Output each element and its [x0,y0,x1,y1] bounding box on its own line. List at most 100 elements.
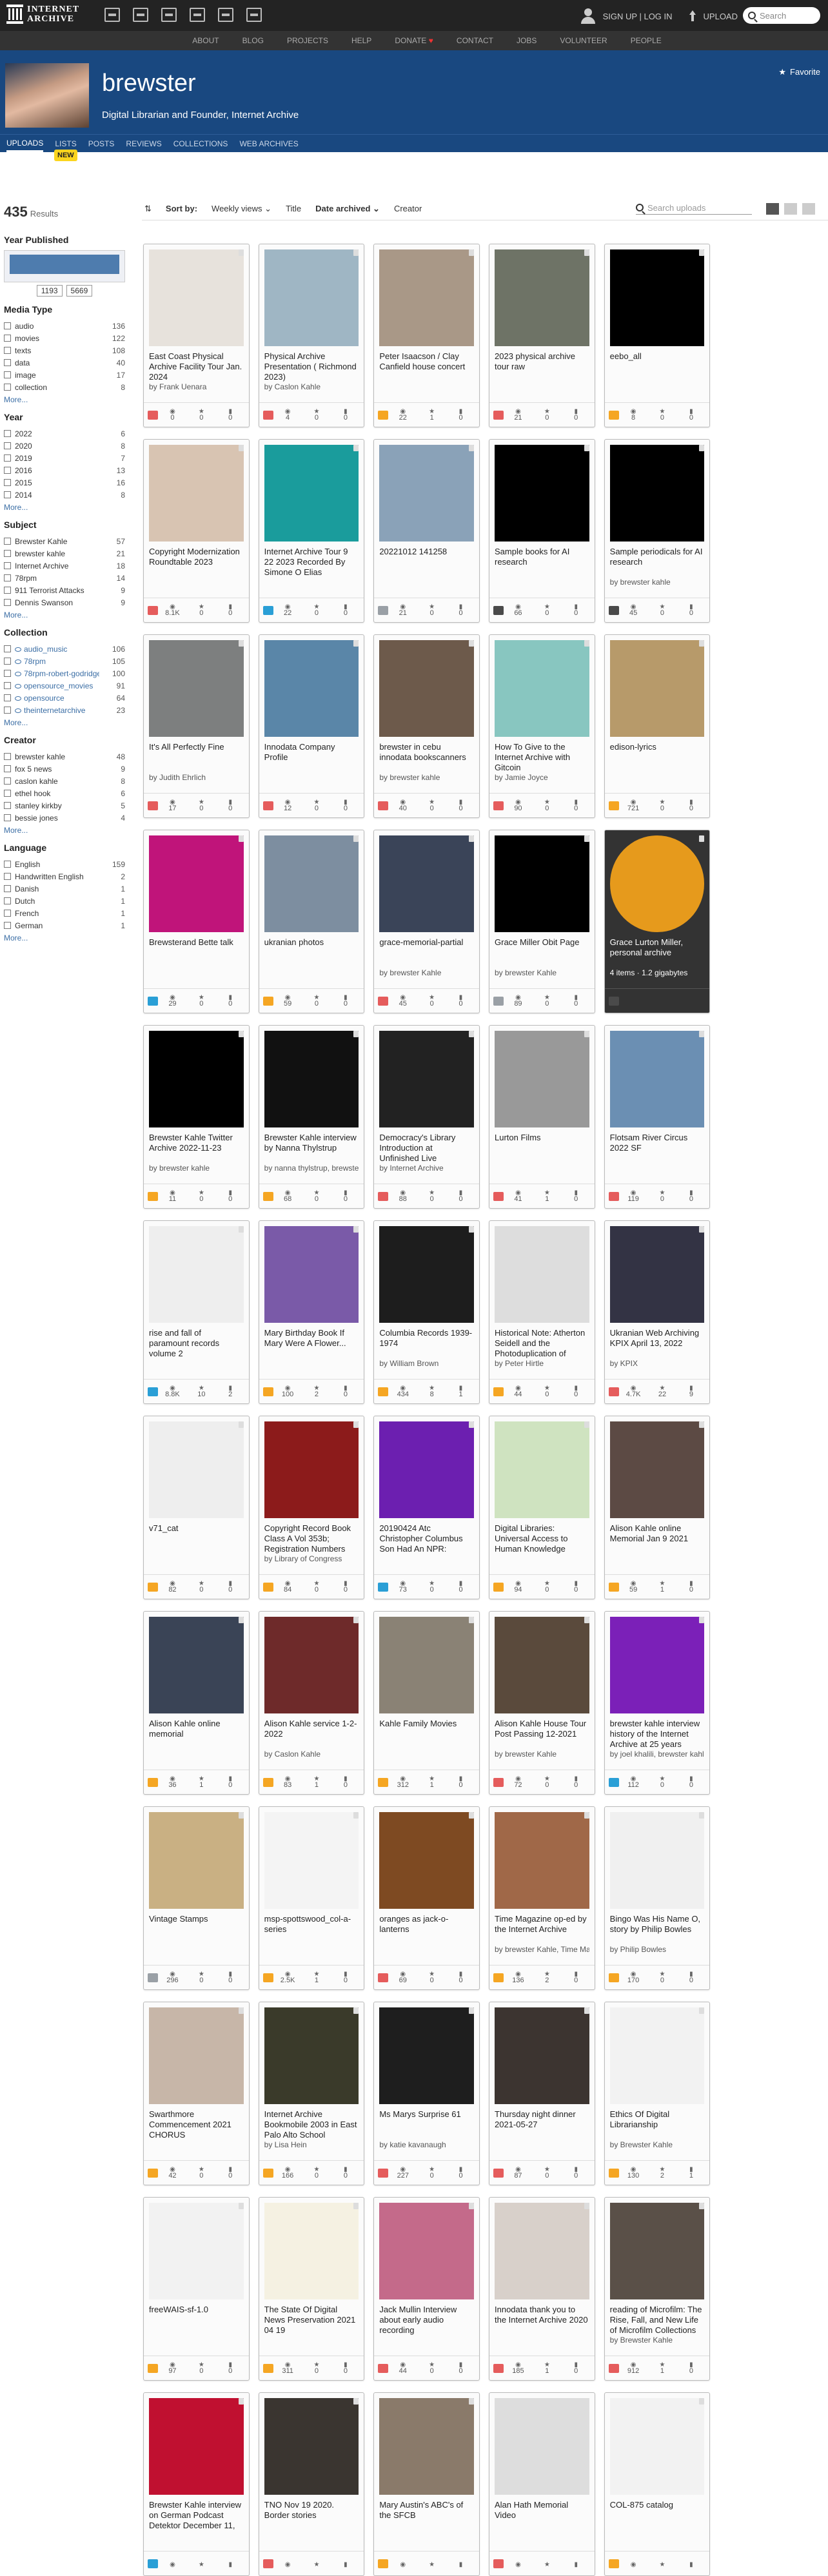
facet-option[interactable]: movies 122 [4,332,125,344]
signup-login-link[interactable]: SIGN UP | LOG IN [603,12,673,21]
favorite-button[interactable]: ★ Favorite [778,67,820,77]
nav-volunteer[interactable]: VOLUNTEER [560,36,607,45]
facet-checkbox[interactable] [4,777,11,785]
video-icon[interactable] [161,8,177,22]
sort-title[interactable]: Title [286,204,301,213]
user-icon[interactable] [580,8,596,24]
facet-checkbox[interactable] [4,802,11,809]
result-tile[interactable]: Kahle Family Movies ◉ 312 ★ 1 ▮ 0 [373,1611,480,1795]
tab-reviews[interactable]: REVIEWS [126,139,161,148]
result-tile[interactable]: ukranian photos ◉ 59 ★ 0 ▮ 0 [258,830,365,1013]
facet-more-link[interactable]: More... [4,718,125,727]
result-tile[interactable]: Vintage Stamps ◉ 296 ★ 0 ▮ 0 [143,1806,250,1990]
upload-link[interactable]: UPLOAD [704,12,738,21]
facet-checkbox[interactable] [4,790,11,797]
sort-creator[interactable]: Creator [394,204,422,213]
facet-checkbox[interactable] [4,347,11,354]
result-tile[interactable]: 2023 physical archive tour raw ◉ 21 ★ 0 ▮ 0 [489,244,595,427]
result-tile[interactable]: Columbia Records 1939-1974 by William Bro… [373,1220,480,1404]
nav-help[interactable]: HELP [351,36,371,45]
facet-option[interactable]: caslon kahle 8 [4,775,125,787]
result-tile[interactable]: brewster in cebu innodata bookscanners by… [373,634,480,818]
result-tile[interactable]: Alison Kahle service 1-2-2022 by Caslon K… [258,1611,365,1795]
facet-option[interactable]: French 1 [4,907,125,919]
facet-option[interactable]: ethel hook 6 [4,787,125,799]
facet-option[interactable]: Dennis Swanson 9 [4,596,125,609]
facet-checkbox[interactable] [4,861,11,868]
result-tile[interactable]: Peter Isaacson / Clay Canfield house con… [373,244,480,427]
result-tile[interactable]: Lurton Films ◉ 41 ★ 1 ▮ 0 [489,1025,595,1209]
facet-checkbox[interactable] [4,645,11,652]
facet-option[interactable]: brewster kahle 21 [4,547,125,560]
facet-option[interactable]: 78rpm 14 [4,572,125,584]
nav-jobs[interactable]: JOBS [517,36,537,45]
tab-posts[interactable]: POSTS [88,139,115,148]
result-tile[interactable]: Bingo Was His Name O, story by Philip Bo… [604,1806,711,1990]
facet-checkbox[interactable] [4,322,11,329]
facet-option[interactable]: 2016 13 [4,464,125,476]
facet-checkbox[interactable] [4,467,11,474]
nav-projects[interactable]: PROJECTS [287,36,328,45]
facet-checkbox[interactable] [4,430,11,437]
sort-weekly-views[interactable]: Weekly views ⌄ [212,204,271,214]
result-tile[interactable]: Brewster Kahle interview on German Podca… [143,2392,250,2576]
result-tile[interactable]: v71_cat ◉ 82 ★ 0 ▮ 0 [143,1416,250,1599]
facet-option[interactable]: opensource_movies 91 [4,679,125,692]
facet-option[interactable]: brewster kahle 48 [4,750,125,763]
result-tile[interactable]: Alison Kahle online memorial ◉ 36 ★ 1 ▮ 0 [143,1611,250,1795]
facet-option[interactable]: audio 136 [4,320,125,332]
result-tile[interactable]: Time Magazine op-ed by the Internet Arch… [489,1806,595,1990]
result-tile[interactable]: oranges as jack-o-lanterns ◉ 69 ★ 0 ▮ 0 [373,1806,480,1990]
result-tile[interactable]: Flotsam River Circus 2022 SF ◉ 119 ★ 0 ▮ 0 [604,1025,711,1209]
result-tile[interactable]: Democracy's Library Introduction at Unfi… [373,1025,480,1209]
facet-option[interactable]: 78rpm 105 [4,655,125,667]
facet-checkbox[interactable] [4,359,11,366]
result-tile[interactable]: Historical Note: Atherton Seidell and th… [489,1220,595,1404]
nav-blog[interactable]: BLOG [242,36,264,45]
facet-option[interactable]: collection 8 [4,381,125,393]
facet-option[interactable]: 2014 8 [4,489,125,501]
nav-contact[interactable]: CONTACT [457,36,493,45]
result-tile[interactable]: Internet Archive Bookmobile 2003 in East… [258,2002,365,2185]
facet-checkbox[interactable] [4,682,11,689]
nav-about[interactable]: ABOUT [192,36,219,45]
result-tile[interactable]: freeWAIS-sf-1.0 ◉ 97 ★ 0 ▮ 0 [143,2197,250,2381]
result-tile[interactable]: Alison Kahle House Tour Post Passing 12-… [489,1611,595,1795]
facet-option[interactable]: Internet Archive 18 [4,560,125,572]
facet-checkbox[interactable] [4,694,11,701]
facet-option[interactable]: German 1 [4,919,125,932]
facet-option[interactable]: Handwritten English 2 [4,870,125,883]
result-tile[interactable]: Ethics Of Digital Librarianship by Brewst… [604,2002,711,2185]
result-tile[interactable]: Grace Lurton Miller, personal archive 4 i… [604,830,711,1013]
facet-option[interactable]: Brewster Kahle 57 [4,535,125,547]
web-icon[interactable] [104,8,120,22]
facet-checkbox[interactable] [4,707,11,714]
upload-icon[interactable] [688,10,697,22]
facet-more-link[interactable]: More... [4,933,125,942]
facet-option[interactable]: 2019 7 [4,452,125,464]
facet-option[interactable]: 2020 8 [4,440,125,452]
texts-icon[interactable] [133,8,148,22]
facet-option[interactable]: 911 Terrorist Attacks 9 [4,584,125,596]
facet-checkbox[interactable] [4,491,11,498]
result-tile[interactable]: Innodata thank you to the Internet Archi… [489,2197,595,2381]
ia-logo[interactable]: INTERNET ARCHIVE [6,5,79,24]
result-tile[interactable]: It's All Perfectly Fine by Judith Ehrlich… [143,634,250,818]
result-tile[interactable]: Digital Libraries: Universal Access to H… [489,1416,595,1599]
facet-option[interactable]: 78rpm-robert-godridge 100 [4,667,125,679]
result-tile[interactable]: reading of Microfilm: The Rise, Fall, an… [604,2197,711,2381]
result-tile[interactable]: Brewsterand Bette talk ◉ 29 ★ 0 ▮ 0 [143,830,250,1013]
result-tile[interactable]: eebo_all ◉ 8 ★ 0 ▮ 0 [604,244,711,427]
result-tile[interactable]: Grace Miller Obit Page by brewster Kahle ◉… [489,830,595,1013]
facet-checkbox[interactable] [4,479,11,486]
facet-option[interactable]: 2022 6 [4,427,125,440]
facet-checkbox[interactable] [4,885,11,892]
nav-people[interactable]: PEOPLE [631,36,662,45]
result-tile[interactable]: edison-lyrics ◉ 721 ★ 0 ▮ 0 [604,634,711,818]
facet-option[interactable]: texts 108 [4,344,125,356]
result-tile[interactable]: Alison Kahle online Memorial Jan 9 2021 ◉… [604,1416,711,1599]
tab-uploads[interactable]: UPLOADS [6,139,44,152]
facet-option[interactable]: English 159 [4,858,125,870]
compact-view-icon[interactable] [802,202,815,215]
facet-checkbox[interactable] [4,765,11,772]
